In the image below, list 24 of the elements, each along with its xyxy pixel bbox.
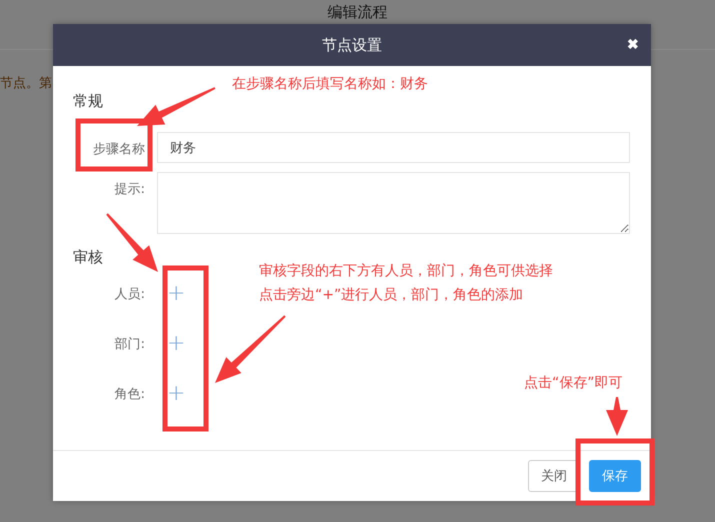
field-label: 提示: <box>114 181 145 198</box>
notice-text: 节点。第 <box>0 75 52 92</box>
add-button[interactable]: + <box>167 382 186 404</box>
section-title: 常规 <box>73 92 104 111</box>
section-title: 审核 <box>73 248 104 267</box>
annotation-arrow <box>606 397 628 436</box>
step-name-field[interactable]: 财务 <box>157 132 630 163</box>
annotation-text: 在步骤名称后填写名称如：财务 <box>232 75 428 93</box>
field-label: 步骤名称 <box>92 141 145 158</box>
close-button[interactable]: ✖ <box>627 36 639 52</box>
annotation-arrow <box>215 315 286 383</box>
page-title: 编辑流程 <box>328 3 388 21</box>
field-label: 角色: <box>114 386 145 402</box>
annotation-text: 点击旁边“+”进行人员，部门，角色的添加 <box>259 286 524 304</box>
annotation-text: 点击“保存”即可 <box>524 374 623 392</box>
field-label: 部门: <box>114 336 145 352</box>
annotation-arrow <box>106 213 158 272</box>
add-button[interactable]: + <box>167 332 186 354</box>
save-button[interactable]: 保存 <box>589 460 641 492</box>
hint-field[interactable] <box>157 172 630 234</box>
annotation-text: 审核字段的右下方有人员，部门，角色可供选择 <box>259 262 553 280</box>
add-button[interactable]: + <box>167 282 186 304</box>
field-label: 人员: <box>114 286 145 302</box>
dialog-title: 节点设置 <box>322 36 382 54</box>
